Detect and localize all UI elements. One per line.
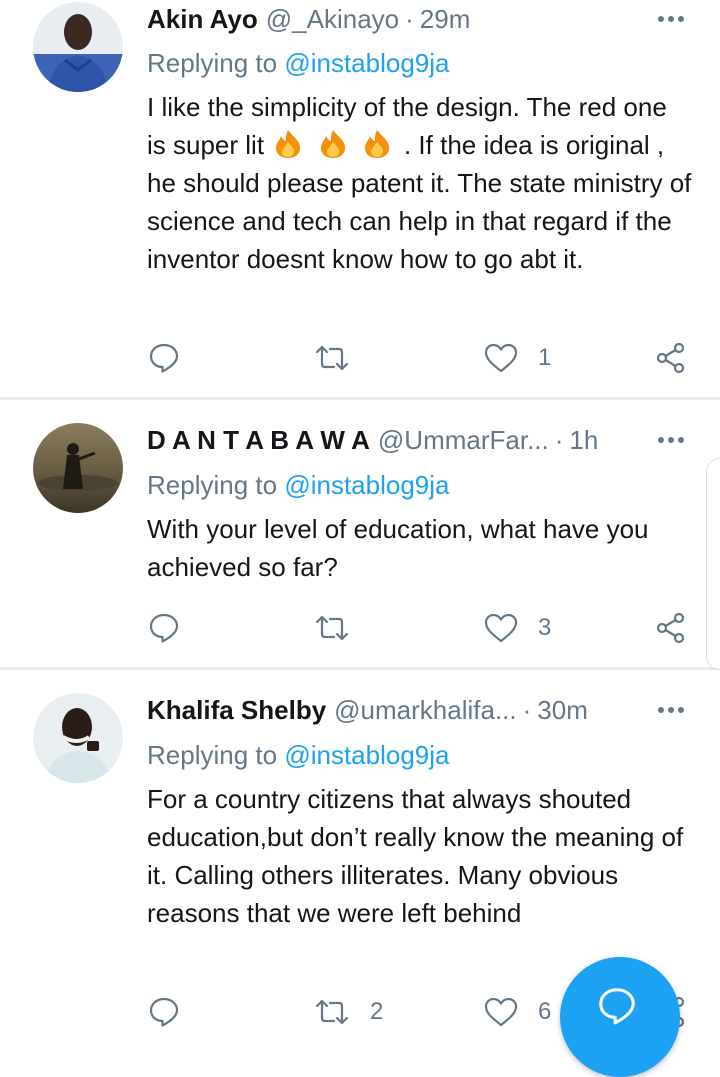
avatar[interactable] [33,2,123,92]
tweet-header: Khalifa Shelby @umarkhalifa... · 30m [147,693,690,727]
replying-to: Replying to @instablog9ja [147,48,449,79]
user-handle[interactable]: @_Akinayo [266,4,399,35]
heart-icon [484,997,518,1027]
separator-dot: · [522,694,532,725]
like-button[interactable]: 3 [484,608,551,648]
user-handle[interactable]: @UmmarFar... [378,425,549,456]
fire-emoji [320,130,345,158]
reply-icon [149,343,179,373]
tweet-akin-ayo[interactable]: Akin Ayo @_Akinayo · 29m Replying to @in… [0,0,720,398]
side-drawer-handle[interactable] [706,458,720,670]
display-name[interactable]: Khalifa Shelby [147,695,326,726]
tweet-text: With your level of education, what have … [147,514,649,582]
like-count: 3 [538,614,552,641]
share-icon [656,612,685,644]
mention-link[interactable]: @instablog9ja [284,470,449,500]
like-count: 1 [538,344,552,371]
avatar[interactable] [33,423,123,513]
fire-emoji-group [271,130,404,160]
heart-icon [484,613,518,643]
tweet-header: Akin Ayo @_Akinayo · 29m [147,2,690,36]
separator-dot: · [554,424,564,455]
reply-button[interactable] [148,608,180,648]
retweet-icon [315,345,349,371]
more-dots-icon[interactable] [656,425,686,455]
share-icon [656,342,685,374]
reply-button[interactable] [148,338,180,378]
reply-button[interactable] [148,992,180,1032]
replying-to: Replying to @instablog9ja [147,470,449,501]
retweet-button[interactable] [314,608,370,648]
separator-dot: · [405,3,414,34]
replying-to-label: Replying to [147,48,278,78]
avatar[interactable] [33,693,123,783]
timestamp[interactable]: 29m [420,4,471,35]
replying-to: Replying to @instablog9ja [147,740,449,771]
timestamp[interactable]: 1h [569,425,598,456]
tweet-actions: 1 [0,338,720,378]
retweet-button[interactable]: 2 [314,992,383,1032]
share-button[interactable] [655,608,687,648]
display-name[interactable]: Akin Ayo [147,4,258,35]
reply-icon [149,613,179,643]
like-button[interactable]: 6 [484,992,551,1032]
retweet-icon [315,615,349,641]
retweet-count: 2 [370,998,384,1025]
replying-to-label: Replying to [147,740,278,770]
like-count: 6 [538,998,552,1025]
retweet-icon [315,999,349,1025]
more-dots-icon[interactable] [656,4,686,34]
like-button[interactable]: 1 [484,338,551,378]
fire-emoji [276,130,301,158]
more-dots-icon[interactable] [656,695,686,725]
heart-icon [484,343,518,373]
tweet-text: I like the simplicity of the design. The… [147,88,692,278]
tweet-text: For a country citizens that always shout… [147,784,684,928]
share-button[interactable] [655,338,687,378]
mention-link[interactable]: @instablog9ja [284,740,449,770]
replying-to-label: Replying to [147,470,278,500]
fire-emoji [364,130,389,158]
timestamp[interactable]: 30m [537,695,588,726]
retweet-button[interactable] [314,338,370,378]
mention-link[interactable]: @instablog9ja [284,48,449,78]
compose-reply-icon [599,988,635,1025]
reply-icon [149,997,179,1027]
user-handle[interactable]: @umarkhalifa... [334,695,516,726]
display-name[interactable]: D A N T A B A W A [147,425,370,456]
tweet-header: D A N T A B A W A @UmmarFar... · 1h [147,423,690,457]
tweet-actions: 3 [0,608,720,648]
compose-reply-button[interactable] [560,957,680,1077]
